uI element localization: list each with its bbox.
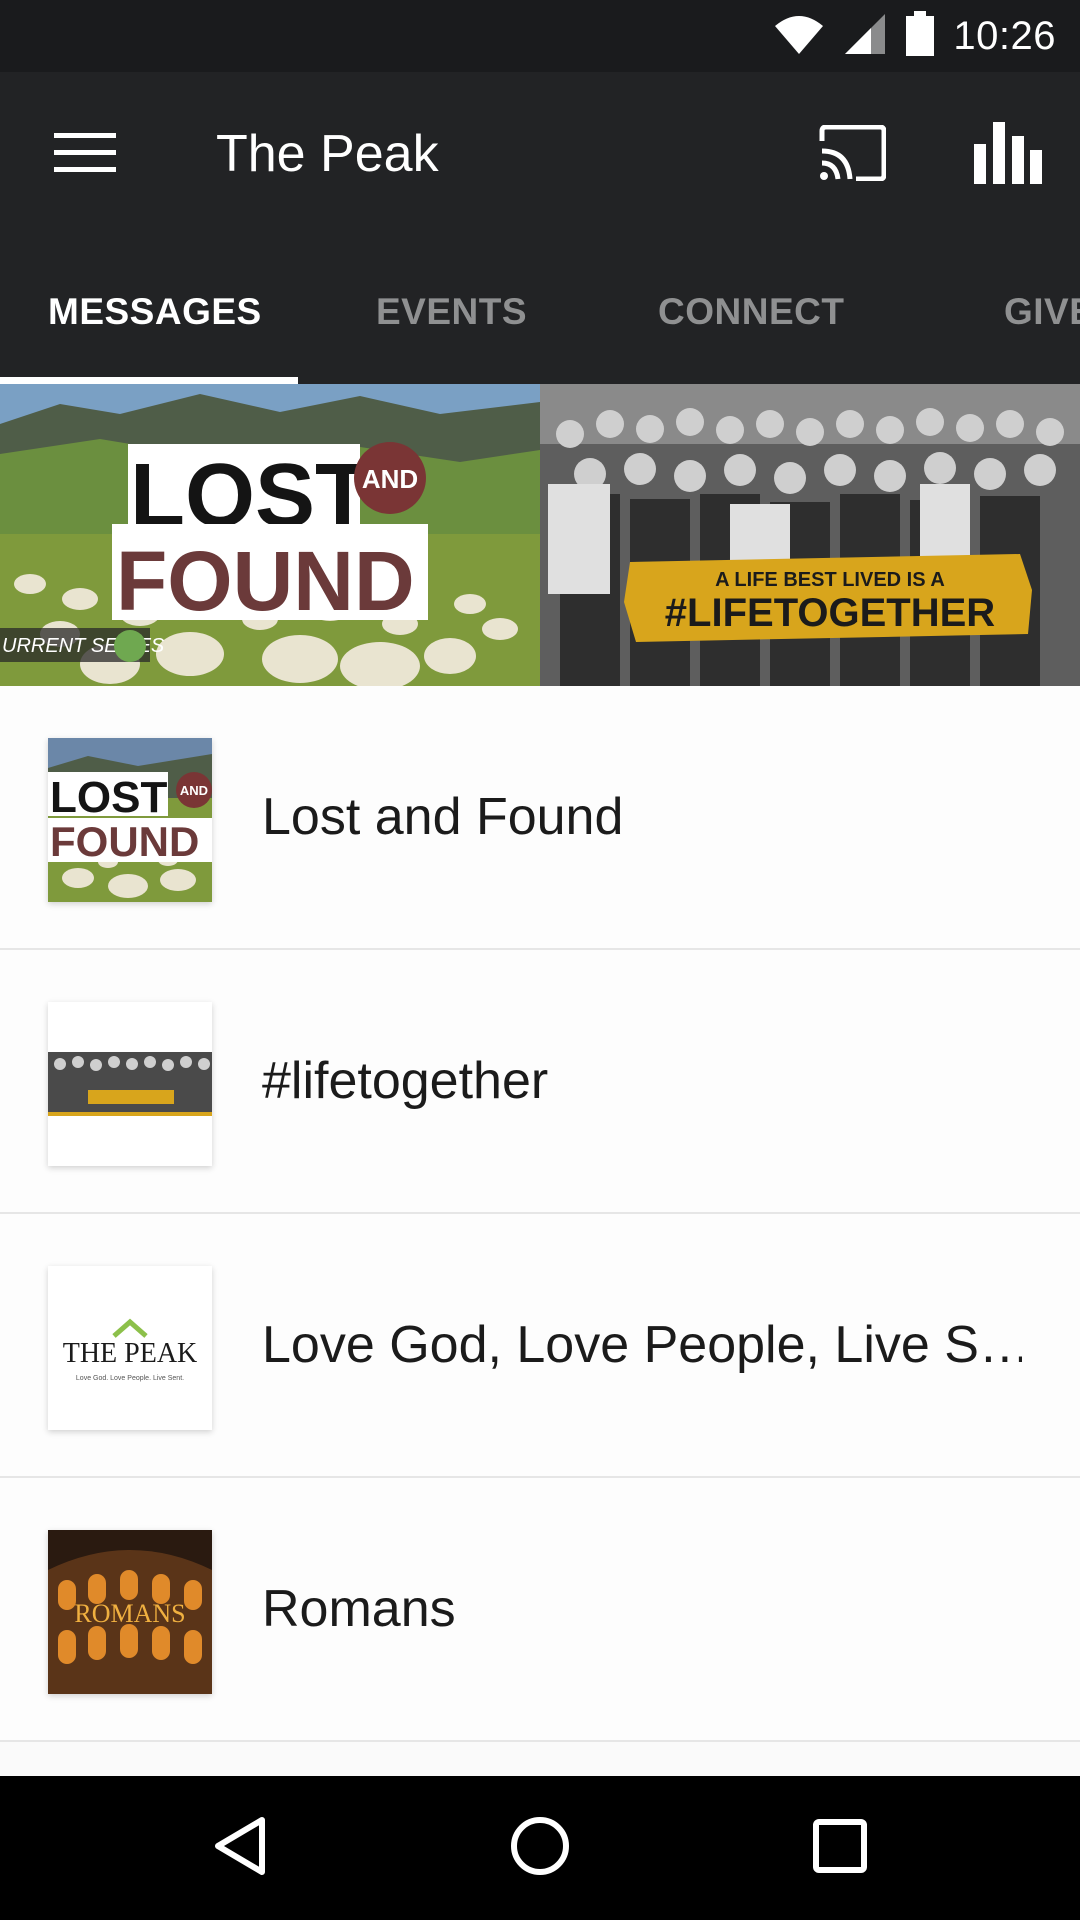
svg-text:FOUND: FOUND — [50, 818, 199, 865]
back-icon — [210, 1814, 270, 1883]
nav-back-button[interactable] — [170, 1776, 310, 1920]
status-bar: 10:26 — [0, 0, 1080, 72]
app-bar: The Peak — [0, 72, 1080, 240]
banner-word-found: FOUND — [116, 534, 415, 628]
tab-connect[interactable]: CONNECT — [658, 240, 844, 384]
thumb-romans-text: ROMANS — [74, 1599, 185, 1628]
cell-signal-icon — [843, 12, 887, 61]
featured-banner[interactable]: LOST AND FOUND URRENT SERIES A LIFE BEST… — [0, 384, 1080, 686]
cast-icon — [818, 124, 887, 186]
battery-icon — [905, 10, 935, 62]
stats-button[interactable] — [956, 112, 1060, 198]
banner-lost-and-found[interactable]: LOST AND FOUND URRENT SERIES — [0, 384, 540, 686]
system-nav-bar — [0, 1776, 1080, 1920]
menu-button[interactable] — [30, 112, 140, 198]
list-item[interactable]: LOST AND FOUND Lost and Found — [0, 686, 1080, 950]
home-icon — [508, 1814, 572, 1883]
tab-bar: MESSAGES EVENTS CONNECT GIVE — [0, 240, 1080, 384]
tab-messages[interactable]: MESSAGES — [48, 240, 262, 384]
banner-life-line2: #LIFETOGETHER — [665, 591, 996, 635]
tab-events[interactable]: EVENTS — [376, 240, 527, 384]
screen: 10:26 The Peak MESSAGES EVENTS CONNECT G… — [0, 0, 1080, 1920]
list-item[interactable]: THE PEAK Love God. Love People. Live Sen… — [0, 1214, 1080, 1478]
recents-icon — [812, 1818, 868, 1879]
banner-life-line1: A LIFE BEST LIVED IS A — [715, 569, 945, 591]
cast-button[interactable] — [800, 112, 904, 198]
thumb-lifetogether — [48, 1002, 212, 1166]
series-list: LOST AND FOUND Lost and Found #lifetoget… — [0, 686, 1080, 1742]
series-title: #lifetogether — [262, 1052, 549, 1110]
svg-text:AND: AND — [180, 783, 208, 798]
svg-text:LOST: LOST — [50, 773, 167, 822]
thumb-peak-text: THE PEAK — [63, 1338, 198, 1369]
app-title: The Peak — [216, 125, 439, 183]
wifi-icon — [773, 12, 825, 61]
series-title: Love God, Love People, Live S… — [262, 1316, 1022, 1374]
thumb-the-peak-logo: THE PEAK Love God. Love People. Live Sen… — [48, 1266, 212, 1430]
menu-icon — [54, 131, 116, 180]
list-item[interactable]: ROMANS Romans — [0, 1478, 1080, 1742]
thumb-romans: ROMANS — [48, 1530, 212, 1694]
series-title: Romans — [262, 1580, 456, 1638]
banner-lifetogether[interactable]: A LIFE BEST LIVED IS A #LIFETOGETHER — [540, 384, 1080, 686]
bar-chart-icon — [974, 121, 1042, 189]
series-title: Lost and Found — [262, 788, 624, 846]
tab-give[interactable]: GIVE — [1004, 240, 1080, 384]
banner-word-and: AND — [362, 464, 418, 494]
list-item[interactable]: #lifetogether — [0, 950, 1080, 1214]
nav-home-button[interactable] — [470, 1776, 610, 1920]
status-icons: 10:26 — [773, 0, 1056, 72]
thumb-peak-sub: Love God. Love People. Live Sent. — [76, 1375, 184, 1382]
thumb-lost-and-found: LOST AND FOUND — [48, 738, 212, 902]
status-time: 10:26 — [953, 13, 1056, 58]
nav-recents-button[interactable] — [770, 1776, 910, 1920]
tab-indicator — [0, 377, 298, 384]
